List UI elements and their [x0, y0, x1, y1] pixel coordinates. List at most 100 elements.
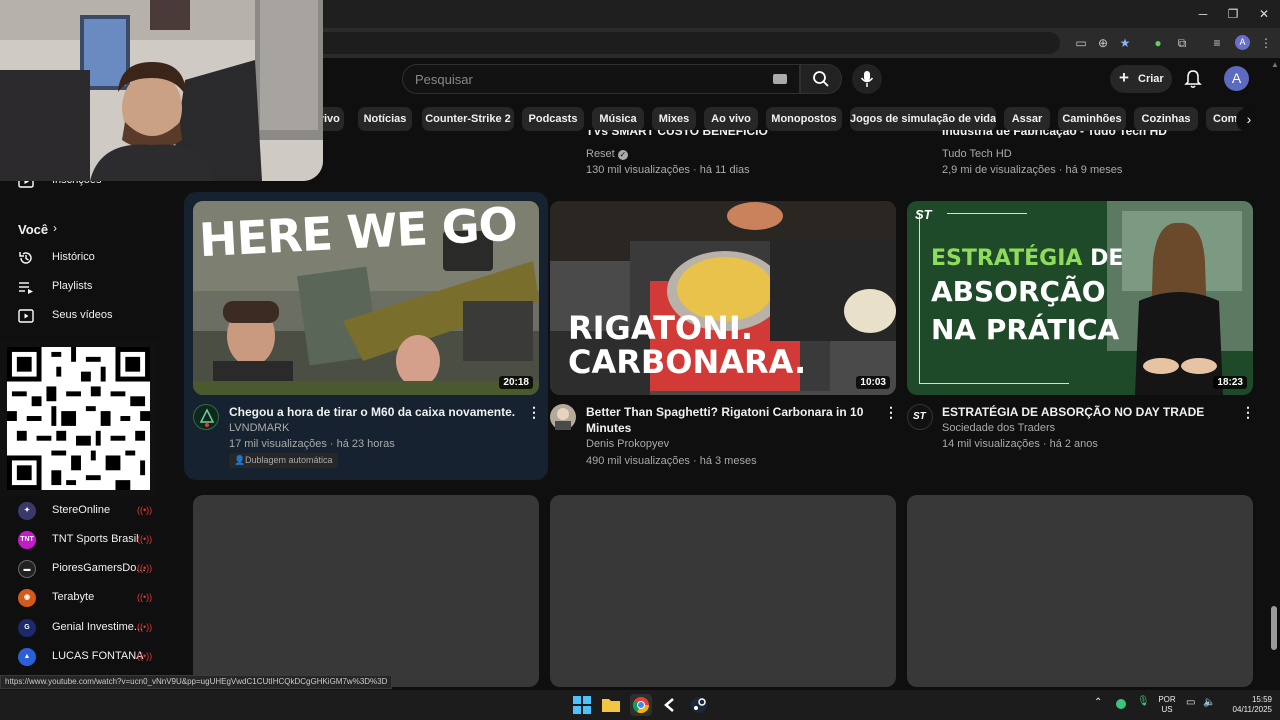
video-3-thumbnail-line3: NA PRÁTICA [931, 313, 1120, 346]
steam-icon[interactable] [688, 694, 710, 716]
create-label: Criar [1138, 73, 1164, 85]
top-video-2-title[interactable]: TVs SMART CUSTO BENEFÍCIO [586, 130, 768, 138]
address-bar[interactable] [300, 32, 1060, 54]
create-button[interactable]: + Criar [1110, 65, 1172, 93]
qr-code [7, 347, 150, 490]
extensions-puzzle-icon[interactable]: ⧉ [1173, 34, 1191, 52]
video-3-more-options-icon[interactable]: ⋮ [1241, 404, 1255, 420]
search-input[interactable]: Pesquisar [415, 72, 473, 87]
zoom-icon[interactable]: ⊕ [1094, 34, 1112, 52]
chevron-right-icon[interactable]: › [53, 221, 57, 235]
minimize-icon[interactable]: ─ [1192, 4, 1214, 24]
video-1-title[interactable]: Chegou a hora de tirar o M60 da caixa no… [229, 404, 519, 420]
keyboard-icon[interactable] [773, 74, 787, 84]
plus-icon: + [1119, 68, 1129, 87]
chip-podcasts[interactable]: Podcasts [522, 107, 584, 131]
chip-musica[interactable]: Música [592, 107, 644, 131]
close-icon[interactable]: ✕ [1253, 4, 1275, 24]
search-button[interactable] [800, 64, 842, 94]
sidebar-channel-genial-investimentos[interactable]: G Genial Investime... ((•)) [0, 614, 170, 642]
video-2-title[interactable]: Better Than Spaghetti? Rigatoni Carbonar… [586, 404, 866, 436]
reading-list-icon[interactable]: ≡ [1208, 34, 1226, 52]
channel-avatar: TNT [18, 531, 36, 549]
sidebar-item-playlists[interactable]: Playlists [0, 273, 170, 301]
notifications-bell-icon[interactable] [1182, 68, 1204, 90]
chip-jogos-de-simulacao-de-vida[interactable]: Jogos de simulação de vida [850, 107, 996, 131]
channel-avatar: ◉ [18, 589, 36, 607]
sidebar-channel-pioresgamers[interactable]: ▬ PioresGamersDo... ((•)) [0, 555, 170, 583]
account-avatar[interactable]: A [1224, 66, 1249, 91]
page-scrollbar-thumb[interactable] [1271, 606, 1277, 650]
video-1-channel-name[interactable]: LVNDMARK [229, 422, 289, 434]
webcam-image [0, 0, 323, 181]
microphone-icon [860, 71, 874, 87]
sidebar-channel-terabyte[interactable]: ◉ Terabyte ((•)) [0, 584, 170, 612]
chip-monopostos[interactable]: Monopostos [766, 107, 842, 131]
video-3-thumbnail[interactable]: ST ESTRATÉGIA DE ABSORÇÃO NA PRÁTICA 18:… [907, 201, 1253, 395]
channel-avatar: ▲ [18, 648, 36, 666]
video-2-meta: 490 mil visualizações · há 3 meses [586, 455, 757, 467]
sidebar-label: LUCAS FONTANA [52, 650, 144, 662]
chip-noticias[interactable]: Notícias [358, 107, 412, 131]
top-video-2-channel[interactable]: Reset ✓ [586, 148, 628, 160]
top-video-3-channel[interactable]: Tudo Tech HD [942, 148, 1012, 160]
windows-start-icon[interactable] [571, 694, 593, 716]
sidebar-channel-tnt-sports-brasil[interactable]: TNT TNT Sports Brasil ((•)) [0, 526, 170, 554]
scroll-up-arrow-icon[interactable]: ▲ [1271, 60, 1279, 69]
chip-cozinhas[interactable]: Cozinhas [1134, 107, 1198, 131]
browser-profile-avatar[interactable]: A [1235, 35, 1250, 50]
video-3-thumbnail-logo: ST [915, 207, 932, 222]
video-2-more-options-icon[interactable]: ⋮ [884, 404, 898, 420]
top-video-3-title[interactable]: Industria de Fabricação - Tudo Tech HD [942, 130, 1167, 138]
sidebar-section-you[interactable]: Você [18, 222, 48, 237]
tray-microphone-icon[interactable]: 🎙 [1137, 697, 1150, 707]
sidebar-item-your-videos[interactable]: Seus vídeos [0, 302, 170, 330]
video-3-thumbnail-line2: ABSORÇÃO [931, 275, 1106, 308]
chrome-icon[interactable] [630, 694, 652, 716]
sidebar-item-history[interactable]: Histórico [0, 244, 170, 272]
sidebar-label: StereOnline [52, 504, 111, 516]
chip-counter-strike-2[interactable]: Counter-Strike 2 [422, 107, 514, 131]
app-icon[interactable] [659, 694, 681, 716]
video-3-title[interactable]: ESTRATÉGIA DE ABSORÇÃO NO DAY TRADE [942, 404, 1232, 420]
tray-chevron-up-icon[interactable]: ⌃ [1094, 698, 1102, 708]
volume-icon[interactable]: 🔈 [1203, 698, 1215, 708]
video-2-thumbnail-line1: RIGATONI. [568, 309, 753, 347]
browser-menu-icon[interactable]: ⋮ [1257, 34, 1275, 52]
video-2-channel-avatar[interactable] [550, 404, 576, 430]
file-explorer-icon[interactable] [600, 694, 622, 716]
keyboard-language[interactable]: POR US [1156, 695, 1178, 715]
bookmark-star-icon[interactable]: ★ [1116, 34, 1134, 52]
video-1-thumbnail[interactable]: HERE WE GO 20:18 [193, 201, 539, 395]
verified-icon: ✓ [617, 150, 628, 160]
video-3-channel-avatar[interactable]: ST [907, 404, 933, 430]
live-indicator-icon: ((•)) [137, 592, 153, 602]
search-box[interactable]: Pesquisar [402, 64, 800, 94]
video-2-thumbnail[interactable]: RIGATONI. CARBONARA. 10:03 [550, 201, 896, 395]
chip-ao-vivo-2[interactable]: Ao vivo [704, 107, 758, 131]
sidebar-channel-stereonline[interactable]: ✦ StereOnline ((•)) [0, 497, 170, 525]
cast-icon[interactable]: ▭ [1072, 34, 1090, 52]
chips-next-arrow-icon[interactable]: › [1236, 107, 1262, 133]
network-icon[interactable]: ▭ [1186, 698, 1195, 708]
chip-assar[interactable]: Assar [1004, 107, 1050, 131]
chip-mixes[interactable]: Mixes [652, 107, 696, 131]
clock[interactable]: 15:59 04/11/2025 [1222, 695, 1272, 715]
restore-icon[interactable]: ❐ [1222, 4, 1244, 24]
video-1-channel-avatar[interactable] [193, 404, 219, 430]
tray-app-icon[interactable] [1116, 699, 1126, 709]
live-indicator-icon: ((•)) [137, 622, 153, 632]
video-3-thumbnail-line1: ESTRATÉGIA DE [931, 246, 1124, 271]
video-3-meta: 14 mil visualizações · há 2 anos [942, 438, 1098, 450]
extension-icon[interactable]: ● [1149, 34, 1167, 52]
qr-code-overlay [0, 341, 157, 496]
sidebar-channel-lucas-fontana[interactable]: ▲ LUCAS FONTANA ((•)) [0, 643, 170, 671]
st-logo-icon: ST [913, 411, 926, 422]
chip-caminhoes[interactable]: Caminhões [1058, 107, 1126, 131]
sidebar-label: PioresGamersDo... [52, 562, 146, 574]
status-bar-url: https://www.youtube.com/watch?v=ucn0_vNn… [0, 675, 393, 689]
video-1-more-options-icon[interactable]: ⋮ [527, 404, 541, 420]
video-3-channel-name[interactable]: Sociedade dos Traders [942, 422, 1055, 434]
video-2-channel-name[interactable]: Denis Prokopyev [586, 438, 669, 450]
voice-search-button[interactable] [852, 64, 882, 94]
